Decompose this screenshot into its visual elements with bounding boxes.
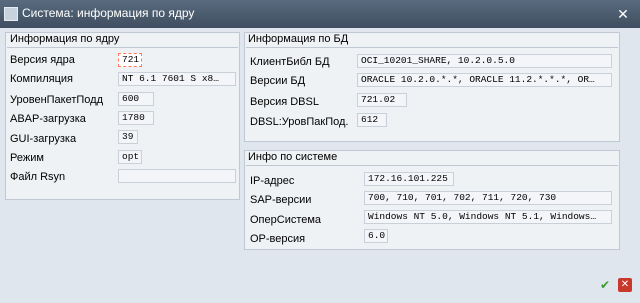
system-section-rule [246,165,618,166]
window-title: Система: информация по ядру [22,6,195,20]
dbsl-patch-level-field[interactable]: 612 [357,113,387,127]
db-section-title: Информация по БД [248,33,349,45]
os-version-field[interactable]: 6.0 [364,229,388,243]
os-version-label: OP-версия [250,233,306,245]
ip-address-label: IP-адрес [250,175,295,187]
ip-address-field[interactable]: 172.16.101.225 [364,172,454,186]
sap-versions-field[interactable]: 700, 710, 701, 702, 711, 720, 730 [364,191,612,205]
db-client-lib-field[interactable]: OCI_10201_SHARE, 10.2.0.5.0 [357,54,612,68]
mode-label: Режим [10,152,44,164]
db-section-rule [246,47,618,48]
rsyn-file-label: Файл Rsyn [10,171,66,183]
mode-field[interactable]: opt [118,150,142,164]
system-section-title: Инфо по системе [248,151,338,163]
rsyn-file-field[interactable] [118,169,236,183]
sap-window-icon [4,7,18,21]
gui-load-label: GUI-загрузка [10,133,77,145]
abap-load-field[interactable]: 1780 [118,111,154,125]
cancel-icon[interactable]: ✕ [618,278,632,292]
compilation-label: Компиляция [10,73,73,85]
db-versions-field[interactable]: ORACLE 10.2.0.*.*, ORACLE 11.2.*.*.*, OR… [357,73,612,87]
operating-system-label: ОперСистема [250,214,322,226]
kernel-section-rule [7,47,238,48]
check-icon[interactable]: ✔ [598,278,612,292]
kernel-section-title: Информация по ядру [10,33,120,45]
title-bar: Система: информация по ядру ✕ [0,0,640,28]
abap-load-label: ABAP-загрузка [10,113,86,125]
support-package-level-field[interactable]: 600 [118,92,154,106]
db-versions-label: Версии БД [250,75,306,87]
db-client-lib-label: КлиентБибл БД [250,56,330,68]
sap-versions-label: SAP-версии [250,194,312,206]
gui-load-field[interactable]: 39 [118,130,138,144]
compilation-field[interactable]: NT 6.1 7601 S x8… [118,72,236,86]
dbsl-version-field[interactable]: 721.02 [357,93,407,107]
dbsl-patch-level-label: DBSL:УровПакПод. [250,116,349,128]
dbsl-version-label: Версия DBSL [250,96,319,108]
operating-system-field[interactable]: Windows NT 5.0, Windows NT 5.1, Windows… [364,210,612,224]
close-icon[interactable]: ✕ [614,5,632,23]
kernel-version-label: Версия ядра [10,54,75,66]
support-package-level-label: УровенПакетПодд [10,94,104,106]
kernel-version-field[interactable]: 721 [118,53,142,67]
